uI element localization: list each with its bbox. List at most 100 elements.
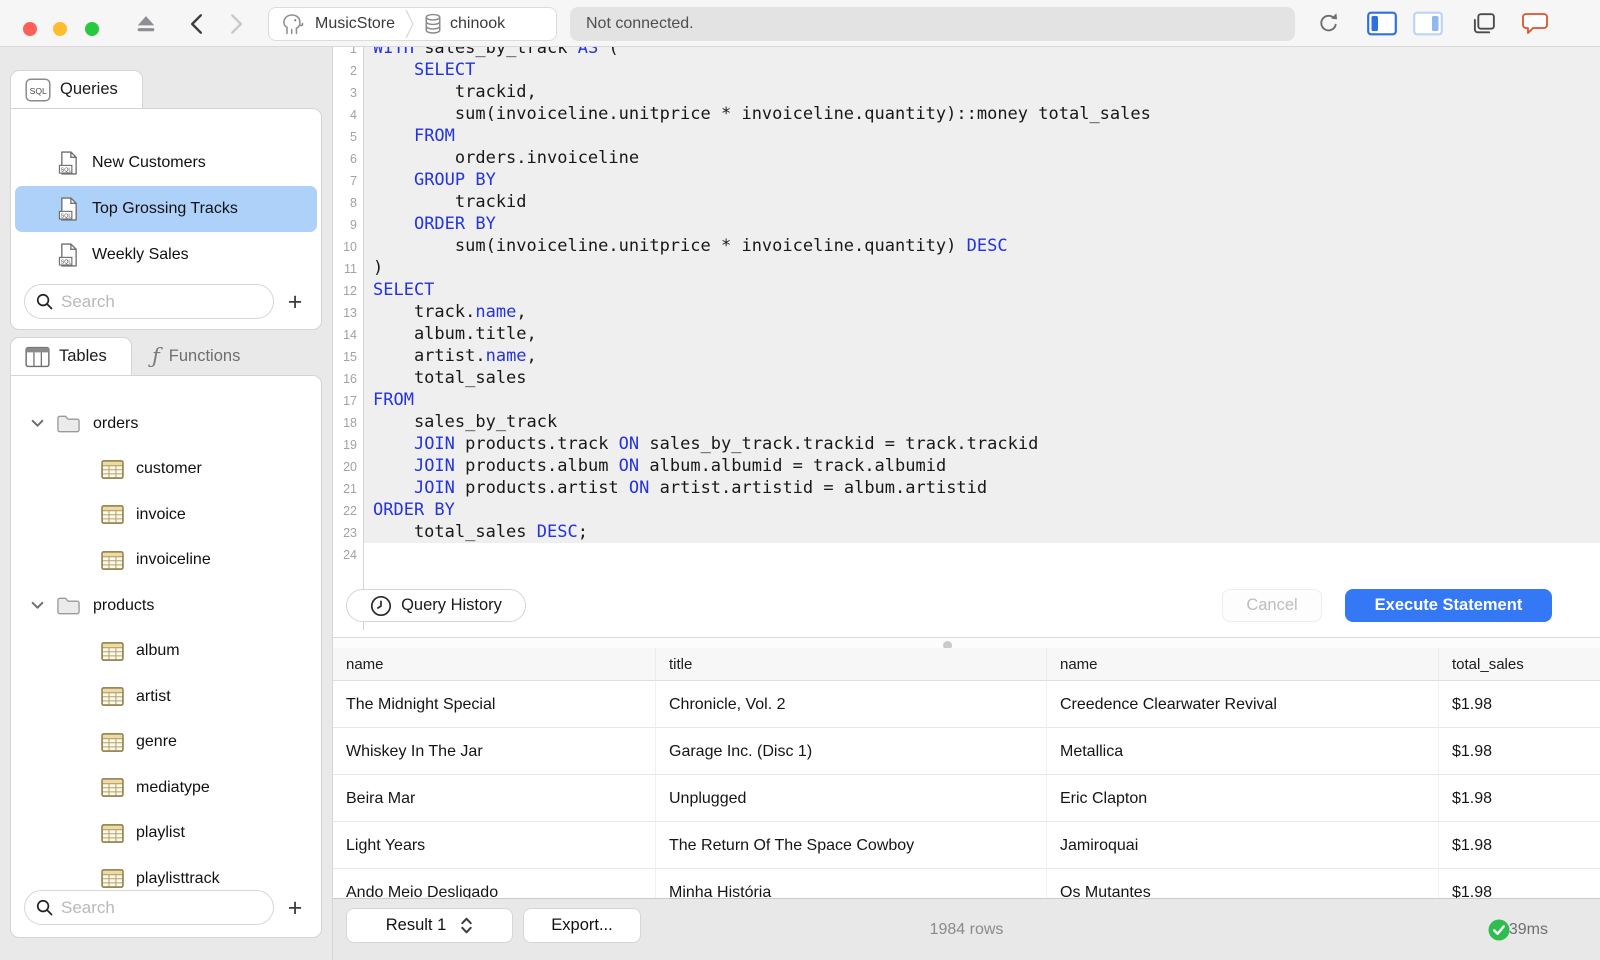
zoom-window-button[interactable] (85, 22, 99, 36)
code-line-5[interactable]: 5 FROM (333, 125, 1600, 147)
chevron-down-icon[interactable] (31, 419, 44, 428)
query-item-new-customers[interactable]: SQL New Customers (15, 140, 317, 186)
toggle-right-sidebar-icon[interactable] (1412, 0, 1444, 47)
sql-editor[interactable]: 1 WITH sales_by_track AS (2 SELECT 3 track… (333, 47, 1600, 637)
table-cell[interactable]: $1.98 (1439, 822, 1600, 869)
add-query-button[interactable]: + (282, 287, 308, 317)
table-cell[interactable]: Eric Clapton (1047, 775, 1439, 822)
result-selector-dropdown[interactable]: Result 1 (346, 908, 513, 943)
query-item-weekly-sales[interactable]: SQL Weekly Sales (15, 232, 317, 278)
table-cell[interactable]: The Midnight Special (333, 681, 656, 728)
table-cell[interactable]: Minha História (656, 869, 1047, 898)
code-line-23[interactable]: 23 total_sales DESC; (333, 521, 1600, 543)
toggle-left-sidebar-icon[interactable] (1366, 0, 1398, 47)
code-text[interactable]: JOIN products.track ON sales_by_track.tr… (364, 433, 1600, 455)
code-line-9[interactable]: 9 ORDER BY (333, 213, 1600, 235)
table-cell[interactable]: Whiskey In The Jar (333, 728, 656, 775)
code-line-17[interactable]: 17 FROM (333, 389, 1600, 411)
code-line-8[interactable]: 8 trackid (333, 191, 1600, 213)
code-text[interactable]: artist.name, (364, 345, 1600, 367)
code-text[interactable]: orders.invoiceline (364, 147, 1600, 169)
code-text[interactable]: SELECT (364, 279, 1600, 301)
tables-search-input[interactable] (24, 890, 274, 925)
feedback-chat-icon[interactable] (1520, 0, 1550, 47)
code-line-14[interactable]: 14 album.title, (333, 323, 1600, 345)
table-album[interactable]: album (11, 629, 321, 675)
breadcrumb-database[interactable]: chinook (450, 15, 505, 33)
export-button[interactable]: Export... (523, 908, 641, 943)
results-table[interactable]: name title name total_sales The Midnight Sp… (333, 648, 1600, 898)
code-text[interactable]: ) (364, 257, 1600, 279)
schema-orders[interactable]: orders (11, 401, 321, 447)
code-line-20[interactable]: 20 JOIN products.album ON album.albumid … (333, 455, 1600, 477)
table-cell[interactable]: Creedence Clearwater Revival (1047, 681, 1439, 728)
column-header-name[interactable]: name (1047, 648, 1439, 681)
table-customer[interactable]: customer (11, 447, 321, 493)
table-cell[interactable]: Chronicle, Vol. 2 (656, 681, 1047, 728)
breadcrumb[interactable]: MusicStore chinook (268, 7, 557, 41)
code-line-4[interactable]: 4 sum(invoiceline.unitprice * invoicelin… (333, 103, 1600, 125)
code-text[interactable]: GROUP BY (364, 169, 1600, 191)
code-text[interactable]: album.title, (364, 323, 1600, 345)
code-line-19[interactable]: 19 JOIN products.track ON sales_by_track… (333, 433, 1600, 455)
table-playlist[interactable]: playlist (11, 811, 321, 857)
table-invoiceline[interactable]: invoiceline (11, 538, 321, 584)
minimize-window-button[interactable] (53, 22, 67, 36)
code-text[interactable]: ORDER BY (364, 499, 1600, 521)
code-text[interactable]: sales_by_track (364, 411, 1600, 433)
refresh-icon[interactable] (1314, 0, 1342, 47)
table-artist[interactable]: artist (11, 674, 321, 720)
code-text[interactable]: sum(invoiceline.unitprice * invoiceline.… (364, 235, 1600, 257)
breadcrumb-server[interactable]: MusicStore (315, 15, 395, 33)
add-table-button[interactable]: + (282, 893, 308, 923)
table-cell[interactable]: Garage Inc. (Disc 1) (656, 728, 1047, 775)
code-line-2[interactable]: 2 SELECT (333, 59, 1600, 81)
windows-icon[interactable] (1468, 0, 1498, 47)
table-cell[interactable]: Ando Meio Desligado (333, 869, 656, 898)
table-cell[interactable]: $1.98 (1439, 775, 1600, 822)
code-text[interactable]: trackid (364, 191, 1600, 213)
table-cell[interactable]: Jamiroquai (1047, 822, 1439, 869)
code-line-24[interactable]: 24 (333, 543, 1600, 565)
code-text[interactable]: track.name, (364, 301, 1600, 323)
table-cell[interactable]: The Return Of The Space Cowboy (656, 822, 1047, 869)
code-line-22[interactable]: 22 ORDER BY (333, 499, 1600, 521)
code-text[interactable]: FROM (364, 389, 1600, 411)
code-text[interactable]: total_sales DESC; (364, 521, 1600, 543)
code-line-7[interactable]: 7 GROUP BY (333, 169, 1600, 191)
code-text[interactable]: JOIN products.artist ON artist.artistid … (364, 477, 1600, 499)
forward-button[interactable] (226, 0, 246, 47)
back-button[interactable] (186, 0, 206, 47)
table-cell[interactable]: Unplugged (656, 775, 1047, 822)
table-mediatype[interactable]: mediatype (11, 765, 321, 811)
column-header-total-sales[interactable]: total_sales (1439, 648, 1600, 681)
code-text[interactable]: total_sales (364, 367, 1600, 389)
code-line-6[interactable]: 6 orders.invoiceline (333, 147, 1600, 169)
code-text[interactable] (364, 543, 1600, 565)
code-line-1[interactable]: 1 WITH sales_by_track AS ( (333, 47, 1600, 59)
query-history-button[interactable]: Query History (346, 589, 526, 622)
code-line-18[interactable]: 18 sales_by_track (333, 411, 1600, 433)
pane-splitter[interactable] (333, 637, 1600, 650)
table-cell[interactable]: $1.98 (1439, 681, 1600, 728)
execute-statement-button[interactable]: Execute Statement (1345, 589, 1552, 622)
table-cell[interactable]: $1.98 (1439, 869, 1600, 898)
table-cell[interactable]: Os Mutantes (1047, 869, 1439, 898)
table-invoice[interactable]: invoice (11, 492, 321, 538)
code-text[interactable]: sum(invoiceline.unitprice * invoiceline.… (364, 103, 1600, 125)
tab-tables[interactable]: Tables (10, 337, 132, 375)
code-text[interactable]: ORDER BY (364, 213, 1600, 235)
code-line-11[interactable]: 11) (333, 257, 1600, 279)
code-line-13[interactable]: 13 track.name, (333, 301, 1600, 323)
code-line-15[interactable]: 15 artist.name, (333, 345, 1600, 367)
code-line-3[interactable]: 3 trackid, (333, 81, 1600, 103)
code-line-10[interactable]: 10 sum(invoiceline.unitprice * invoiceli… (333, 235, 1600, 257)
tab-functions[interactable]: ƒ Functions (138, 337, 298, 375)
code-text[interactable]: FROM (364, 125, 1600, 147)
code-line-12[interactable]: 12 SELECT (333, 279, 1600, 301)
column-header-name[interactable]: name (333, 648, 656, 681)
table-cell[interactable]: Beira Mar (333, 775, 656, 822)
close-window-button[interactable] (23, 22, 37, 36)
table-genre[interactable]: genre (11, 720, 321, 766)
tab-queries[interactable]: SQL Queries (10, 70, 143, 108)
